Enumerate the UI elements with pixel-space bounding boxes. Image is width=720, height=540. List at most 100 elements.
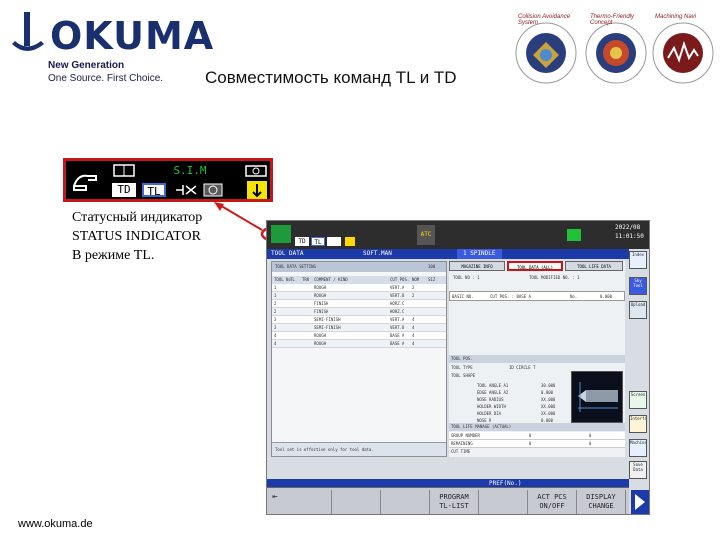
tool-table-row[interactable]: 1 ROUGH VERT.B 2 [272, 292, 446, 300]
tool-col-header: CUT POS. [390, 277, 410, 282]
tool-table-cell: FINISH [314, 309, 329, 314]
tool-table-cell: 3 [274, 317, 277, 322]
tool-table-row[interactable]: 2 FINISH HORZ.C [272, 308, 446, 316]
no-label: No. [570, 294, 578, 299]
badge-label-collision: Collision Avoidance System [518, 14, 571, 26]
tool-param-row: TOOL ANGLE A1 30.000 [449, 383, 569, 390]
badge-label-navi: Machining Navi [655, 14, 697, 20]
tool-table-cell: HORZ.C [390, 301, 405, 306]
tool-data-table-panel: TOOL DATA SETTING 100 TOOL No TL TRK COMMEN… [271, 261, 447, 457]
slide-title: Совместимость команд TL и TD [205, 68, 457, 87]
tab-tool-life-data[interactable]: TOOL LIFE DATA [565, 261, 623, 271]
function-key[interactable]: PROGRAM TL-LIST [430, 490, 479, 514]
screen-spindle: 1 SPINDLE [457, 249, 502, 259]
tool-param-label: HOLDER WIDTH [477, 404, 506, 409]
side-button[interactable]: Index [629, 251, 647, 269]
tool-col-header: TL [290, 277, 295, 282]
tab-tool-data-all[interactable]: TOOL DATA (ALL) [507, 261, 563, 271]
tool-table-row[interactable]: 3 SEMI-FINISH VERT.A 4 [272, 316, 446, 324]
tool-table-cell: SEMI-FINISH [314, 325, 341, 330]
side-button[interactable]: Machine [629, 439, 647, 457]
tool-table-cell: SEMI-FINISH [314, 317, 341, 322]
tool-life-label: REMAINING [451, 441, 473, 446]
fkey-next-icon[interactable] [631, 490, 649, 514]
tool-param-value[interactable]: XX.000 [541, 404, 555, 410]
no-value: 0.000 [600, 294, 613, 299]
tool-no: TOOL NO : 1 [453, 275, 480, 280]
tool-table-cell: ROUGH [314, 293, 327, 298]
website-url: www.okuma.de [18, 518, 93, 530]
thermo-friendly-badge [585, 22, 647, 84]
function-key[interactable]: ACT PCS ON/OFF [528, 490, 577, 514]
side-button[interactable]: Sky Tool [629, 277, 647, 295]
td-indicator: TD [112, 183, 136, 197]
tab-magazine-info[interactable]: MAGAZINE INFO [449, 261, 505, 271]
tool-table-cell: 4 [412, 325, 415, 330]
collision-avoidance-badge [515, 22, 577, 84]
tool-table-row[interactable]: 1 ROUGH VERT.A 2 [272, 284, 446, 292]
tool-table-row[interactable]: 3 SEMI-FINISH VERT.B 4 [272, 324, 446, 332]
tl-indicator: TL [142, 183, 166, 198]
function-key[interactable] [332, 490, 381, 514]
screen-date: 2022/08 [615, 224, 641, 231]
tool-table-row[interactable]: 4 ROUGH BASE A 4 [272, 332, 446, 340]
screen-title: TOOL DATA [271, 250, 304, 257]
badge-label-thermo: Thermo-Friendly Concept [590, 14, 635, 26]
tool-table-cell: 2 [412, 285, 415, 290]
side-button[interactable]: Interfaced [629, 415, 647, 433]
tool-param-value[interactable]: 0.000 [541, 390, 553, 396]
status-indicator-caption: Статусный индикатор STATUS INDICATOR В р… [72, 208, 202, 265]
tool-param-label: EDGE ANGLE A2 [477, 390, 509, 395]
tool-table-footer: Tool set is effective only for tool data… [275, 447, 374, 452]
tool-table-cell: ROUGH [314, 285, 327, 290]
side-button[interactable]: Screen [629, 391, 647, 409]
function-key[interactable] [283, 490, 332, 514]
tool-table-row[interactable]: 2 FINISH HORZ.C [272, 300, 446, 308]
tool-table-cell: 4 [412, 341, 415, 346]
function-key[interactable] [381, 490, 430, 514]
tool-table-cell: VERT.A [390, 317, 405, 322]
logo-text: OKUMA [50, 14, 215, 58]
camera-icon [245, 165, 267, 177]
okuma-osp-screen: TD TL ATC 2022/08 11:01:50 TOOL DATA SOF… [266, 220, 650, 515]
cut-pos-value: CUT POS. : BASE A [490, 294, 531, 299]
function-key[interactable]: DISPLAY CHANGE [577, 490, 626, 514]
side-button[interactable]: Upload [629, 301, 647, 319]
tool-type-value: ID CIRCLE T [509, 365, 536, 370]
tool-table-cell: 1 [274, 293, 277, 298]
tool-table-cell: 4 [274, 341, 277, 346]
tool-detail-panel: MAGAZINE INFO TOOL DATA (ALL) TOOL LIFE … [449, 261, 625, 457]
tool-param-value[interactable]: 30.000 [541, 383, 555, 389]
caption-line-3: В режиме TL. [72, 248, 155, 263]
gauge-icon [203, 183, 223, 197]
side-button[interactable]: Save Data [629, 461, 647, 479]
tool-pos-section: TOOL POS. [451, 356, 473, 361]
fkey-back-icon[interactable]: ⇤ [269, 492, 281, 510]
status-lamp-icon [271, 225, 291, 243]
function-key-line1: DISPLAY [586, 493, 616, 501]
tool-table-row[interactable]: 4 ROUGH BASE A 4 [272, 340, 446, 348]
tool-life-actual[interactable]: 0 [589, 433, 591, 439]
tool-life-row: REMAINING 0 0 [449, 440, 625, 448]
tagline-one-source: One Source. First Choice. [48, 73, 164, 84]
tool-param-row: HOLDER DIA XX.000 [449, 411, 569, 418]
function-key[interactable] [479, 490, 528, 514]
tool-life-set[interactable]: 0 [529, 441, 531, 447]
tool-table-cell: VERT.A [390, 285, 405, 290]
tool-table-cell: BASE A [390, 333, 405, 338]
tool-type-label: TOOL TYPE [451, 365, 473, 370]
function-key-line2: CHANGE [588, 502, 614, 510]
screen-td-chip: TD [295, 237, 309, 246]
tool-param-row: NOSE RADIUS XX.000 [449, 397, 569, 404]
tool-col-header: COMMENT / KIND [314, 277, 348, 282]
function-key-row: ⇤ PROGRAM TL-LIST ACT PCS ON/OFF DISPLAY CHAN… [267, 487, 649, 514]
tool-table-cell: 1 [274, 285, 277, 290]
tool-life-set[interactable]: 0 [529, 433, 531, 439]
tool-param-value[interactable]: XX.000 [541, 411, 555, 417]
tool-table-header: TOOL DATA SETTING [275, 264, 316, 269]
tool-life-actual[interactable]: 0 [589, 441, 591, 447]
tool-shape-preview [571, 371, 623, 423]
tool-col-header: TOOL No [274, 277, 291, 282]
caption-line-1: Статусный индикатор [72, 210, 203, 225]
tool-param-value[interactable]: XX.000 [541, 397, 555, 403]
